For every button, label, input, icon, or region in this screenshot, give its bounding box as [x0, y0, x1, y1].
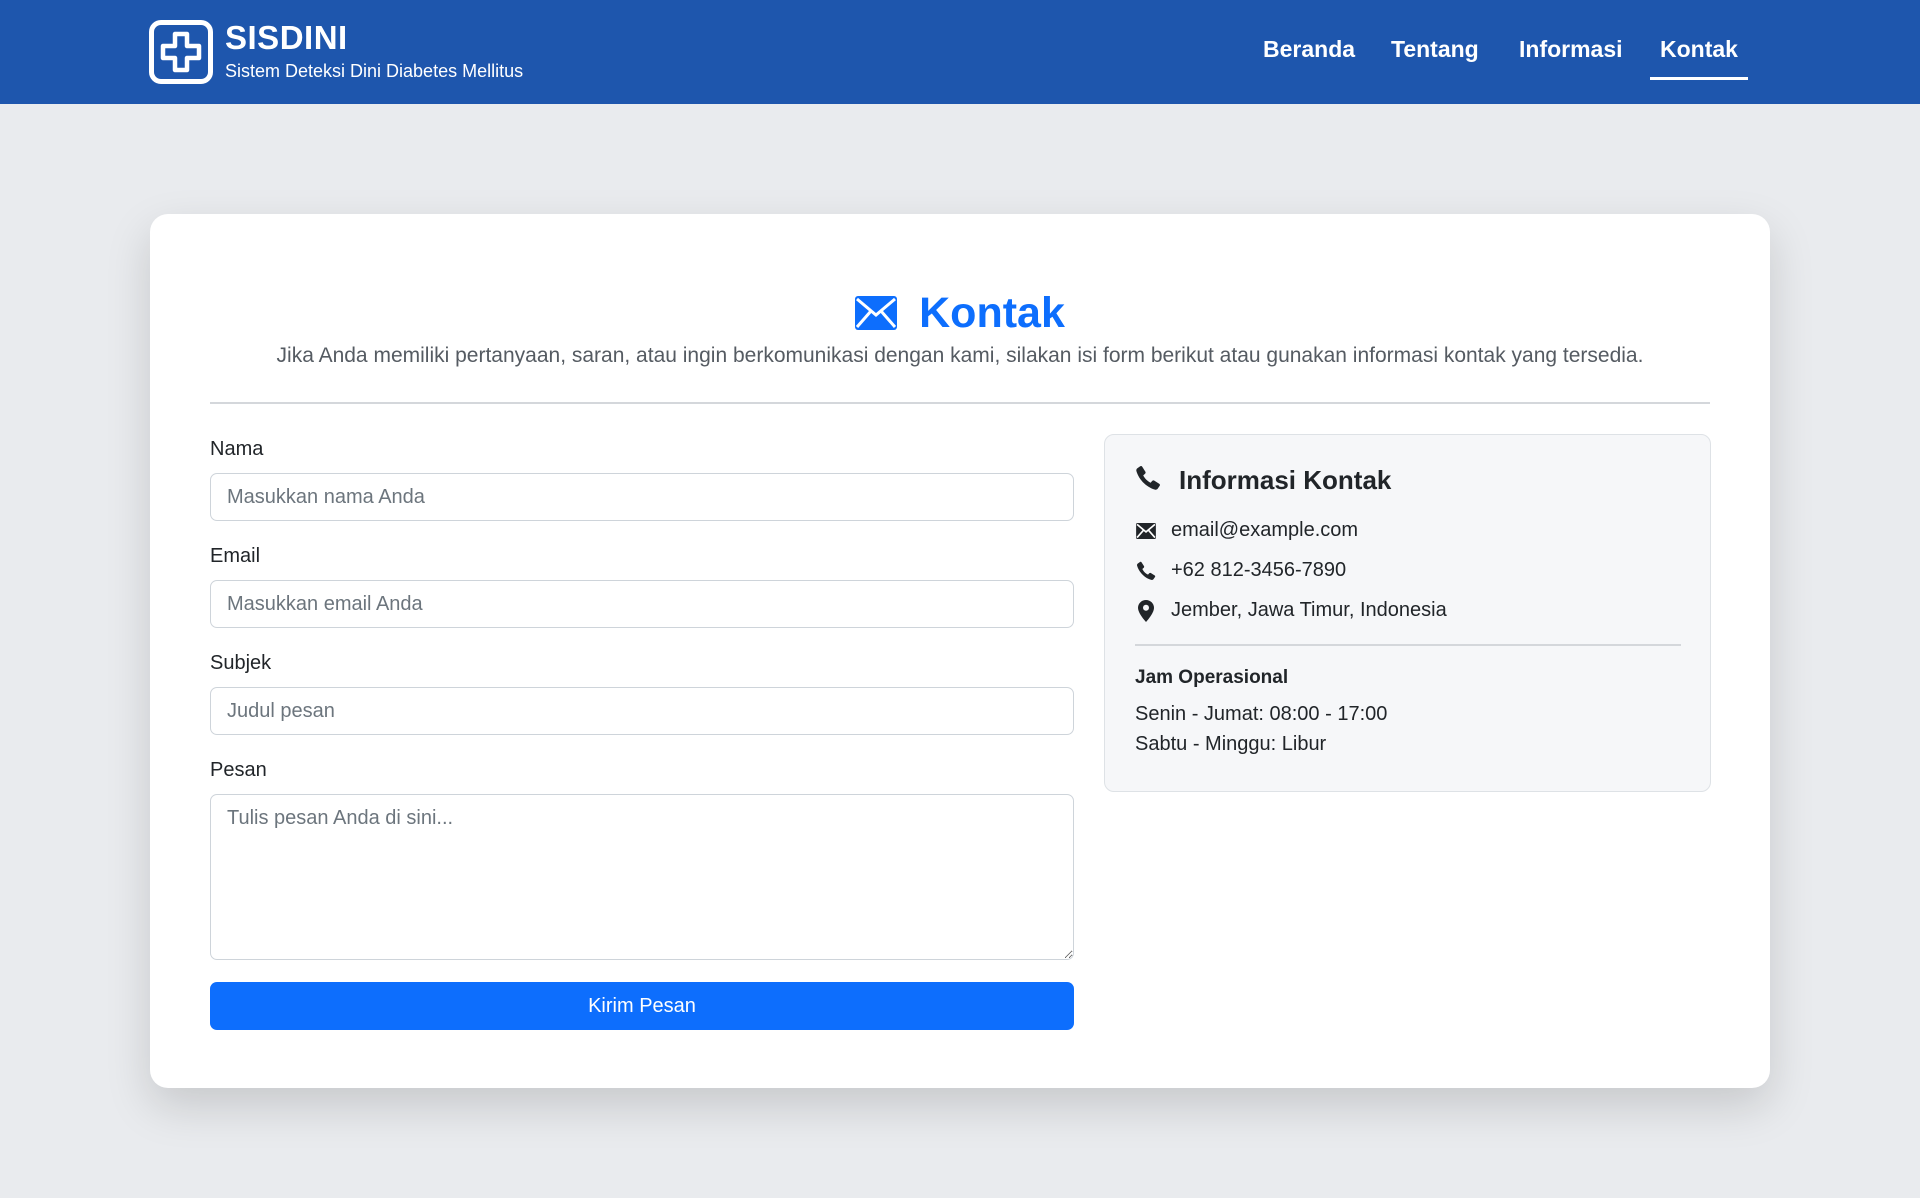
nav-link-informasi[interactable]: Informasi — [1519, 36, 1623, 80]
hours-title: Jam Operasional — [1135, 667, 1289, 688]
nav-link-kontak[interactable]: Kontak — [1650, 36, 1748, 80]
page-title: Kontak — [919, 288, 1065, 337]
navbar: SISDINI Sistem Deteksi Dini Diabetes Mel… — [0, 0, 1920, 104]
page-description: Jika Anda memiliki pertanyaan, saran, at… — [276, 344, 1644, 367]
map-pin-icon — [1135, 599, 1157, 622]
medical-cross-icon — [149, 20, 213, 84]
email-input[interactable] — [210, 580, 1074, 628]
contact-info-title: Informasi Kontak — [1179, 465, 1392, 495]
contact-phone[interactable]: +62 812-3456-7890 — [1171, 559, 1346, 582]
brand[interactable]: SISDINI Sistem Deteksi Dini Diabetes Mel… — [149, 20, 523, 84]
contact-info-panel: Informasi Kontak email@example.com +62 8… — [1104, 434, 1711, 792]
name-label: Nama — [210, 438, 264, 460]
envelope-icon — [1135, 522, 1157, 539]
nav-link-tentang[interactable]: Tentang — [1391, 36, 1479, 80]
hours-weekday: Senin - Jumat: 08:00 - 17:00 — [1135, 703, 1388, 725]
email-label: Email — [210, 545, 261, 567]
subject-label: Subjek — [210, 652, 272, 674]
brand-title: SISDINI — [225, 19, 348, 56]
send-message-button[interactable]: Kirim Pesan — [210, 982, 1074, 1030]
divider — [1135, 644, 1681, 646]
contact-card: Kontak Jika Anda memiliki pertanyaan, sa… — [150, 214, 1770, 1088]
envelope-icon — [855, 296, 898, 330]
brand-subtitle: Sistem Deteksi Dini Diabetes Mellitus — [225, 61, 524, 81]
contact-address-row: Jember, Jawa Timur, Indonesia — [1135, 599, 1447, 622]
page-heading: Kontak — [150, 278, 1770, 348]
contact-info-header: Informasi Kontak — [1135, 465, 1391, 496]
contact-email-row: email@example.com — [1135, 519, 1358, 542]
hours-weekend: Sabtu - Minggu: Libur — [1135, 733, 1327, 755]
message-textarea[interactable] — [210, 794, 1074, 960]
contact-phone-row: +62 812-3456-7890 — [1135, 559, 1346, 582]
name-input[interactable] — [210, 473, 1074, 521]
contact-address: Jember, Jawa Timur, Indonesia — [1171, 599, 1447, 621]
subject-input[interactable] — [210, 687, 1074, 735]
message-label: Pesan — [210, 759, 267, 781]
divider — [210, 402, 1710, 404]
phone-icon — [1135, 561, 1157, 581]
nav-link-beranda[interactable]: Beranda — [1263, 36, 1355, 80]
contact-email[interactable]: email@example.com — [1171, 519, 1358, 542]
phone-icon — [1135, 465, 1161, 496]
